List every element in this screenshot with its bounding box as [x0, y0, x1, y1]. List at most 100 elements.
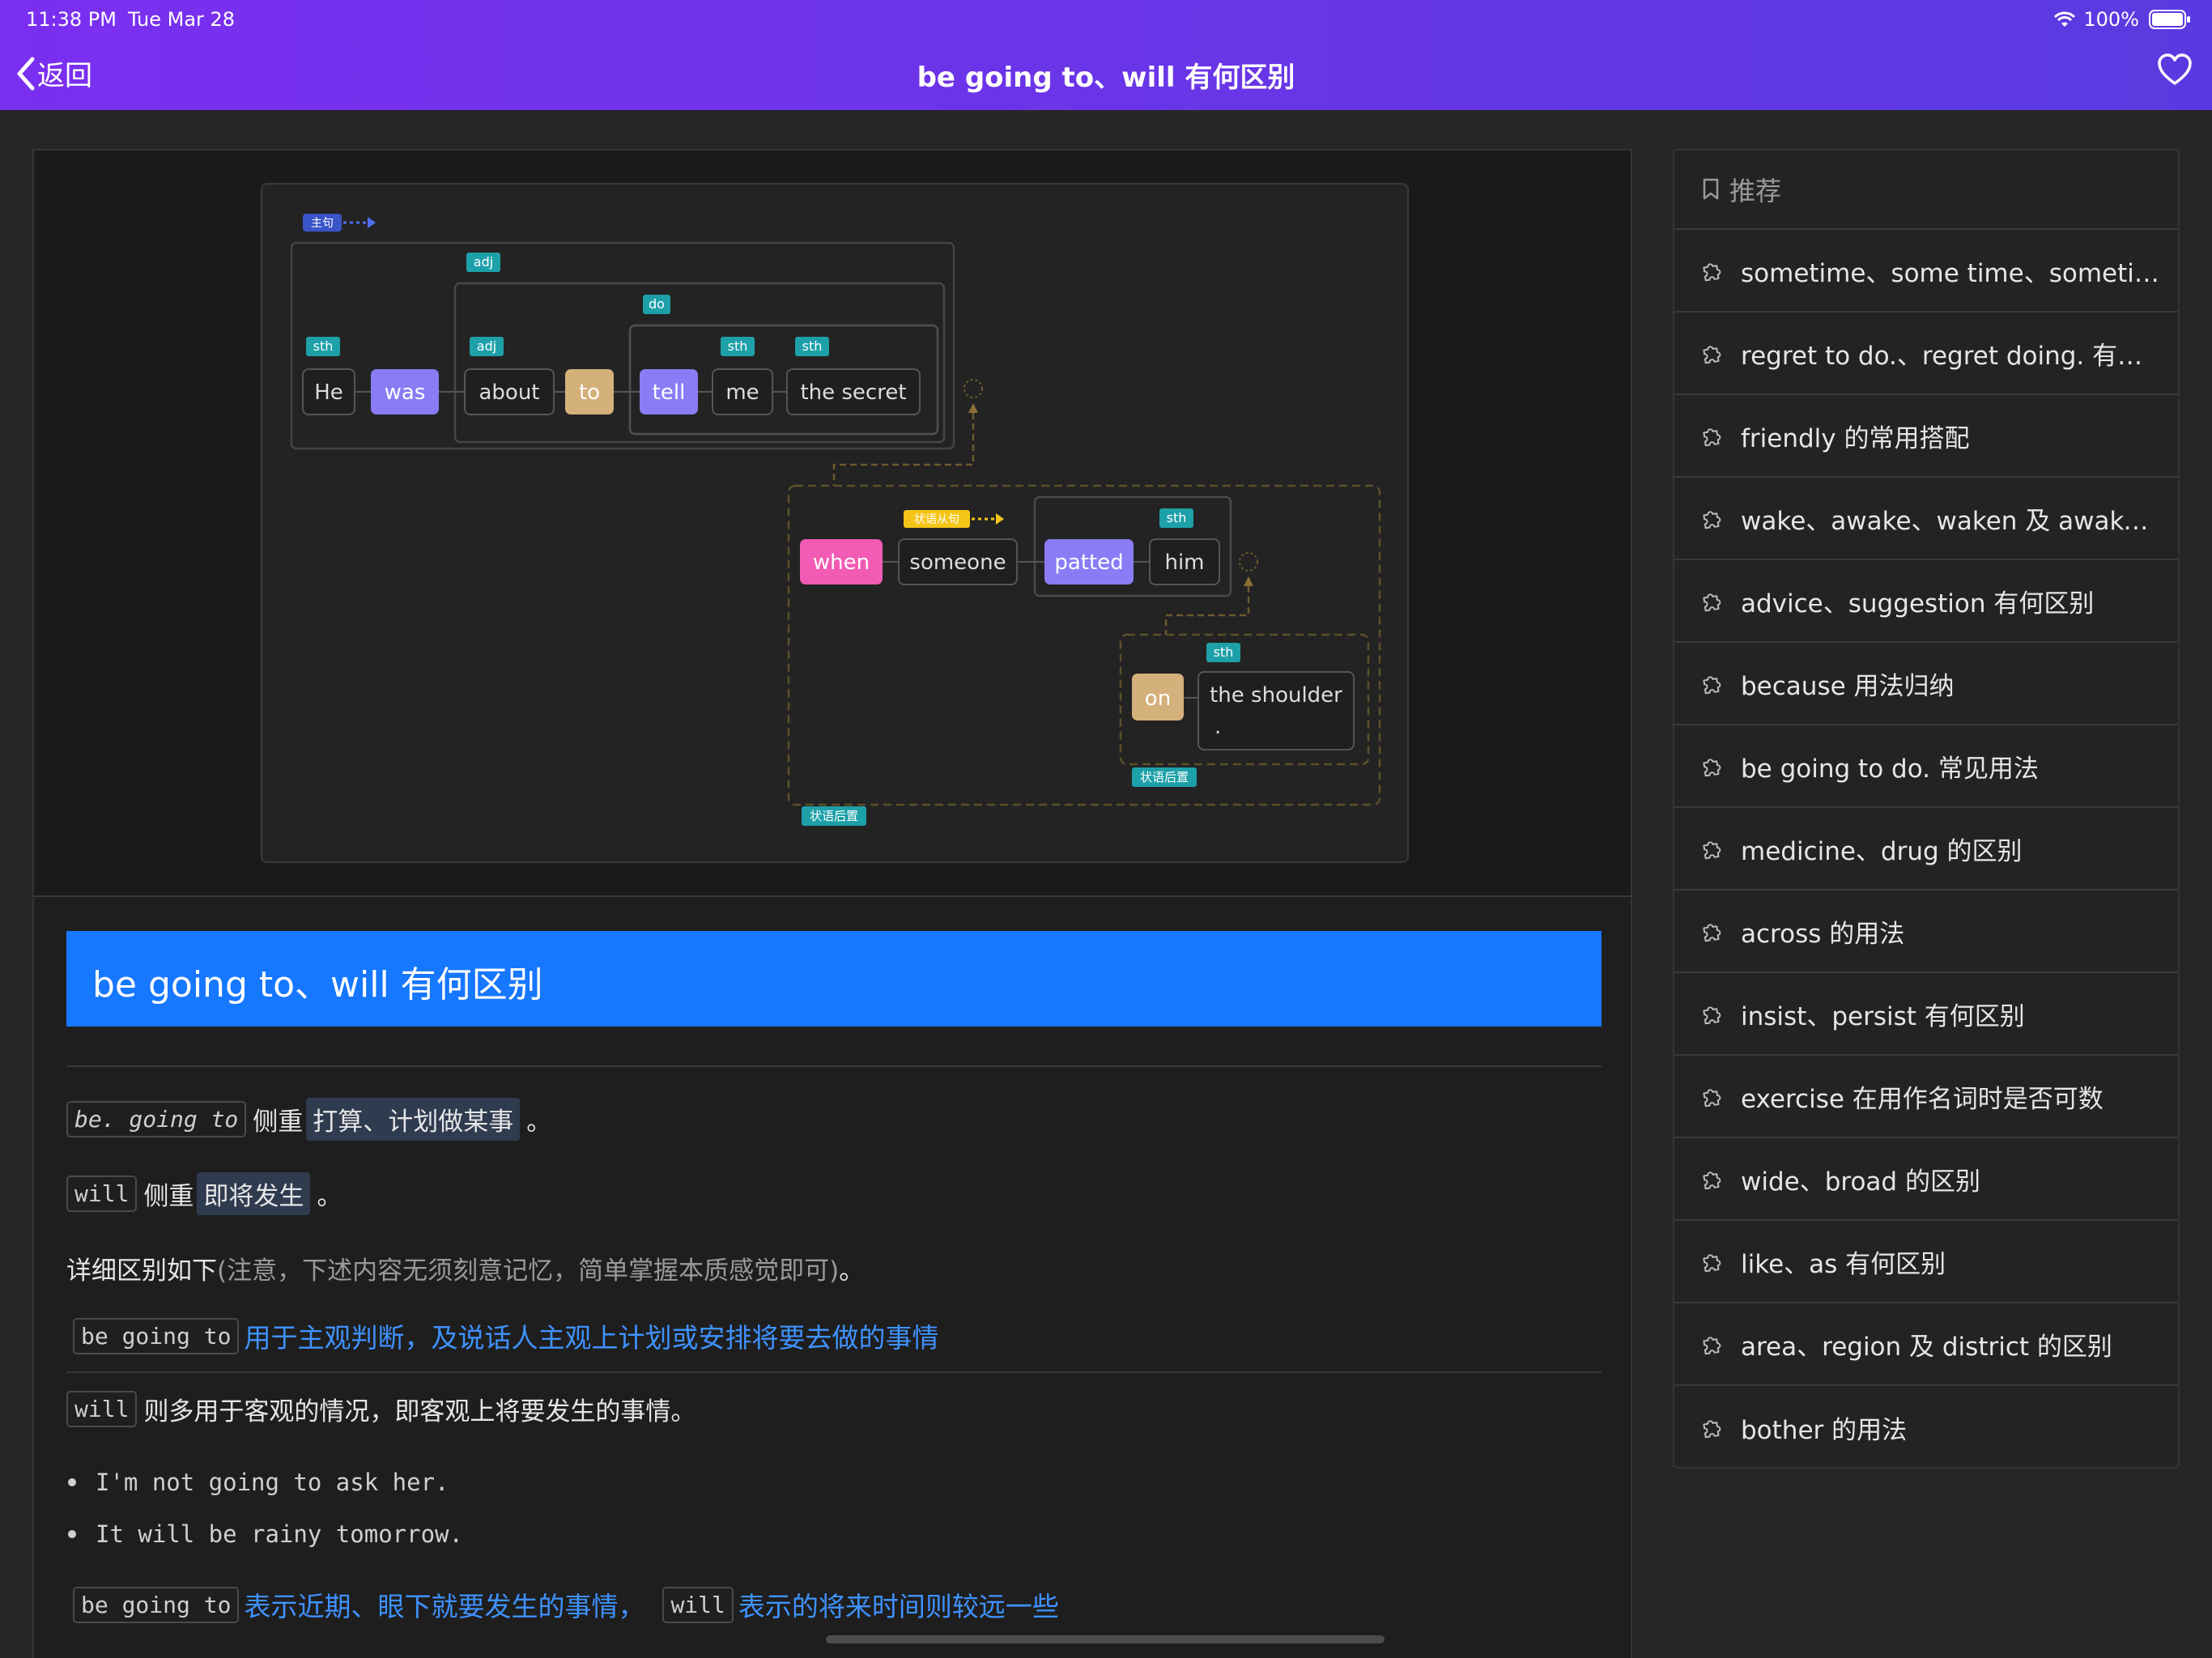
- puzzle-icon: [1703, 1254, 1721, 1273]
- main-clause-box: [290, 241, 955, 450]
- svg-text:sth: sth: [313, 338, 334, 354]
- article-title: be going to、will 有何区别: [92, 964, 543, 1005]
- puzzle-icon: [1703, 263, 1721, 282]
- text: 则多用于客观的情况，即客观上将要发生的事情。: [143, 1397, 696, 1426]
- adverbial-clause-box: [787, 484, 1381, 806]
- puzzle-icon: [1703, 1089, 1721, 1107]
- bookmark-icon: [1703, 178, 1719, 200]
- word-the-shoulder[interactable]: the shoulder.: [1197, 671, 1355, 750]
- word-he[interactable]: He: [302, 368, 355, 415]
- sidebar-item[interactable]: medicine、drug 的区别: [1674, 808, 2178, 891]
- article-title-banner: be going to、will 有何区别: [66, 931, 1602, 1027]
- sidebar-item[interactable]: be going to do. 常见用法: [1674, 725, 2178, 808]
- sidebar-item[interactable]: sometime、some time、sometimes 的区别: [1674, 230, 2178, 312]
- code-be-going-to-2: be going to: [73, 1317, 240, 1354]
- word-someone[interactable]: someone: [898, 538, 1018, 585]
- sidebar-item[interactable]: advice、suggestion 有何区别: [1674, 560, 2178, 643]
- sidebar-item-label: area、region 及 district 的区别: [1741, 1332, 2112, 1362]
- tag-sth-me: sth: [721, 337, 755, 356]
- word-patted[interactable]: patted: [1044, 539, 1134, 585]
- list-item: It will be rainy tomorrow.: [68, 1520, 463, 1548]
- status-time: 11:38 PM: [26, 8, 117, 31]
- word-him[interactable]: him: [1149, 538, 1220, 585]
- sidebar-item[interactable]: regret to do.、regret doing. 有何区别: [1674, 312, 2178, 395]
- svg-text:状语后置: 状语后置: [810, 809, 858, 823]
- svg-text:状语后置: 状语后置: [1140, 770, 1189, 784]
- line-detail: 详细区别如下 (注意，下述内容无须刻意记忆，简单掌握本质感觉即可) 。: [66, 1250, 864, 1286]
- sidebar-item[interactable]: wake、awake、waken 及 awaken 的区别: [1674, 478, 2178, 560]
- top-navigation-bar: 11:38 PM Tue Mar 28 100% 返回 be going to、…: [0, 0, 2212, 110]
- word-was[interactable]: was: [371, 369, 439, 414]
- sidebar-item[interactable]: exercise 在用作名词时是否可数: [1674, 1056, 2178, 1138]
- svg-text:on: on: [1145, 687, 1171, 711]
- word-me[interactable]: me: [712, 368, 773, 415]
- note-text: (注意，下述内容无须刻意记忆，简单掌握本质感觉即可): [217, 1256, 840, 1286]
- word-the-secret[interactable]: the secret: [786, 368, 921, 415]
- svg-text:He: He: [314, 380, 343, 405]
- heart-icon[interactable]: [2157, 53, 2193, 86]
- code-will-2: will: [66, 1391, 138, 1427]
- sidebar-item-label: insist、persist 有何区别: [1741, 1001, 2025, 1031]
- sidebar-header: 推荐: [1674, 151, 2178, 230]
- sidebar-item-label: across 的用法: [1741, 919, 1905, 949]
- sidebar-item-label: because 用法归纳: [1741, 671, 1955, 701]
- word-about[interactable]: about: [464, 368, 555, 415]
- tag-do: do: [643, 295, 670, 314]
- line-will-objective: will 则多用于客观的情况，即客观上将要发生的事情。: [66, 1391, 696, 1427]
- code-be-going-to-3: be going to: [73, 1586, 240, 1623]
- sidebar-list: sometime、some time、sometimes 的区别 regret t…: [1674, 230, 2178, 1469]
- heading-subjective: be going to 用于主观判断，及说话人主观上计划或安排将要去做的事情: [73, 1316, 938, 1355]
- puzzle-icon: [1703, 1006, 1721, 1025]
- main-clause-tag-text: 主句: [311, 217, 334, 230]
- puzzle-icon: [1703, 924, 1721, 942]
- code-be-going-to: be. going to: [66, 1101, 247, 1137]
- tag-adj-outer: adj: [466, 253, 500, 272]
- adj-phrase-box: [453, 282, 946, 444]
- adverbial-clause-tag: 状语从句: [904, 510, 1004, 528]
- sidebar-item[interactable]: across 的用法: [1674, 891, 2178, 973]
- svg-text:when: when: [813, 551, 870, 575]
- sidebar-item[interactable]: insist、persist 有何区别: [1674, 973, 2178, 1056]
- puzzle-icon: [1703, 841, 1721, 860]
- sidebar-item[interactable]: area、region 及 district 的区别: [1674, 1303, 2178, 1386]
- sidebar-item-label: bother 的用法: [1741, 1415, 1908, 1445]
- svg-text:tell: tell: [653, 380, 686, 405]
- puzzle-icon: [1703, 511, 1721, 529]
- svg-text:sth: sth: [802, 338, 823, 354]
- puzzle-icon: [1703, 1420, 1721, 1439]
- text: 侧重: [143, 1182, 194, 1211]
- highlight-plan: 打算、计划做某事: [306, 1098, 521, 1141]
- svg-text:sth: sth: [1214, 644, 1234, 660]
- word-to[interactable]: to: [565, 369, 614, 414]
- tag-sth-secret: sth: [795, 337, 829, 356]
- title-divider: [66, 1065, 1602, 1067]
- svg-text:the shoulder: the shoulder: [1210, 683, 1342, 708]
- text: 。: [839, 1256, 865, 1286]
- sidebar-item[interactable]: because 用法归纳: [1674, 643, 2178, 725]
- sidebar-item-label: exercise 在用作名词时是否可数: [1741, 1084, 2104, 1114]
- bullet-dot: [68, 1530, 76, 1538]
- sidebar-item[interactable]: bother 的用法: [1674, 1386, 2178, 1469]
- word-on[interactable]: on: [1132, 674, 1184, 721]
- puzzle-icon: [1703, 593, 1721, 612]
- line-will: will 侧重 即将发生 。: [66, 1172, 342, 1215]
- svg-text:someone: someone: [909, 551, 1006, 575]
- sidebar-item-label: be going to do. 常见用法: [1741, 754, 2039, 784]
- sentence-diagram[interactable]: 主句 sth adj do adj sth sth He was about t…: [261, 183, 1409, 863]
- heading-near-future: be going to 表示近期、眼下就要发生的事情， will 表示的将来时间…: [73, 1585, 1059, 1624]
- svg-text:状语从句: 状语从句: [914, 513, 959, 526]
- sidebar-item[interactable]: wide、broad 的区别: [1674, 1138, 2178, 1221]
- main-clause-tag: 主句: [303, 214, 376, 232]
- svg-text:adj: adj: [474, 254, 493, 270]
- horizontal-scrollbar[interactable]: [826, 1635, 1385, 1643]
- bullet-dot: [68, 1478, 76, 1486]
- sidebar-item-label: regret to do.、regret doing. 有何区别: [1741, 341, 2162, 371]
- sidebar-item[interactable]: friendly 的常用搭配: [1674, 395, 2178, 478]
- word-tell[interactable]: tell: [640, 369, 698, 414]
- postpos-tag-outer: 状语后置: [802, 806, 866, 826]
- highlight-imminent: 即将发生: [197, 1172, 311, 1215]
- sidebar-item[interactable]: like、as 有何区别: [1674, 1221, 2178, 1303]
- sidebar-item-label: advice、suggestion 有何区别: [1741, 589, 2095, 619]
- word-when[interactable]: when: [800, 539, 883, 585]
- example-sentence: It will be rainy tomorrow.: [96, 1520, 463, 1548]
